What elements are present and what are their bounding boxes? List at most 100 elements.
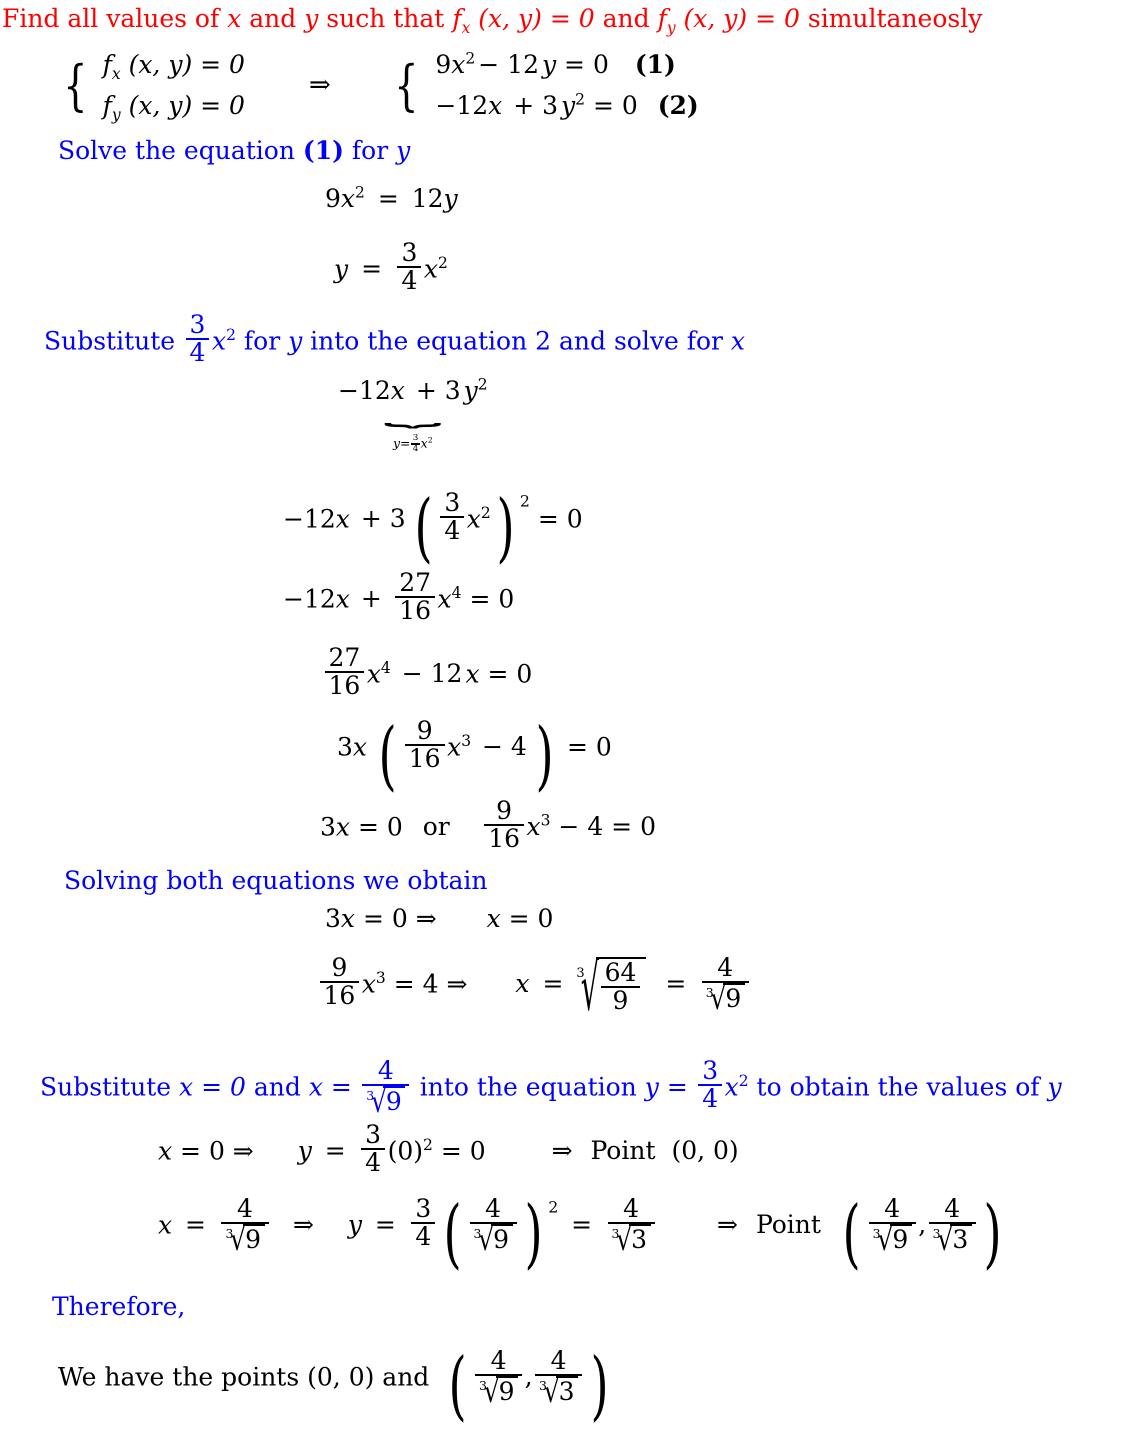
conclusion-x-denominator: 3√9 [475,1374,523,1408]
equation-9x2-equals-12y: 9x2 = 12y [325,184,458,213]
fy-subscript: y [111,106,121,125]
eq1-rhs: = 0 [556,50,609,79]
p1-implies-arrow-icon: ⇒ [551,1136,573,1166]
step4-var: x [724,1072,739,1102]
conclusion-text-a: We have the points [58,1362,308,1392]
step4-exponent: 2 [738,1072,749,1091]
e6-minus-four: − 4 [474,732,527,762]
e7-left-equals: = 0 [350,812,403,842]
underbrace-group: −12x + 3 y2 ⏟ y= 3 4 x2 [338,376,488,454]
e6-inner-var: x [447,732,462,762]
p1-frac-numerator: 3 [365,1120,382,1149]
e2-equals: = [353,254,390,284]
equation-1: 9x2− 12 y = 0 (1) [435,44,698,85]
p2-y-equals: = [366,1210,404,1240]
right-system-brace-cell: { [393,54,419,118]
result-point-second: x = 4 3√9 ⇒ y = 3 4(4 3√9) 2 = 4 3√3 ⇒ Point … [158,1188,1007,1277]
e7-exponent: 3 [540,811,551,830]
p1-point-label: Point [590,1136,656,1166]
conclusion-cube-root-9-index: 3 [479,1377,487,1393]
p2-point-label: Point [755,1210,821,1240]
equation-fy-zero: fy (x, y) = 0 [103,85,245,126]
implies-arrow-icon: ⇒ [308,70,331,101]
e1-lhs-exponent: 2 [355,183,365,202]
system-of-equations: { fx (x, y) = 0 fy (x, y) = 0 ⇒ {9x2 − … [58,44,699,127]
e4-rhs: = 0 [461,584,515,614]
p2-implies-arrow-1-icon: ⇒ [292,1210,314,1240]
step1-text-a: Solve the equation [58,136,303,165]
eq2-term-b: + 3 [505,91,558,121]
radicand-numerator: 64 [604,958,637,988]
p1-point-value: (0, 0) [671,1136,739,1166]
p2-point-cube-root-9-icon: 3√9 [873,1223,912,1256]
left-system-brace-cell: { [63,54,88,118]
conclusion-comma: , [524,1362,533,1392]
title-mid-2: such that [318,4,453,33]
p2-point-cube-root-3-icon: 3√3 [933,1223,972,1256]
equation-factored-form: 3x(9 16 x3 − 4) = 0 [337,710,612,799]
radicand-fraction: 64 9 [600,958,641,1015]
step-therefore: Therefore, [52,1292,185,1321]
underbrace-label: y= 3 4 x2 [338,433,488,454]
conclusion-cube-root-3-index: 3 [539,1377,547,1393]
step2-frac-denominator: 4 [185,338,210,366]
e9-denominator: 16 [319,981,360,1009]
e3-rhs: = 0 [529,504,583,534]
step4-cube-root-9-icon: 3√9 [366,1085,406,1118]
eq2-rhs: = 0 [585,91,638,121]
e6-coef: 3 [337,732,353,762]
conclusion-point-2: (4 3√9, 4 3√3) [448,1340,609,1429]
e3-inner-numerator: 3 [444,488,461,517]
e2-lhs: y [334,254,349,284]
p1-fraction: 34 [361,1120,386,1177]
equation-2: −12x + 3 y2 = 0 (2) [435,85,698,126]
step2-frac-numerator: 3 [189,310,206,339]
p2-point-value: (4 3√9, 4 3√3) [842,1188,1002,1277]
p2-x-numerator: 4 [237,1194,253,1223]
p2-point-x-fraction: 4 3√9 [868,1195,916,1256]
title-var-x: x [227,4,242,33]
eq1-exponent: 2 [465,49,476,68]
equation-minus12x-plus-27-16-x4: −12x + 27 16 x4 = 0 [283,569,515,625]
equation-27-16-x4-minus-12x: 27 16 x4 − 12 x = 0 [322,644,532,700]
e7-var: x [526,812,541,842]
e9-result-fraction: 4 3√9 [701,953,749,1015]
p2-cube-root-3-icon: 3√3 [612,1223,651,1256]
e3-var-x: x [335,504,350,534]
step1-var: y [396,136,411,165]
e9-result-denominator: 3√9 [701,981,749,1015]
e6-fraction: 9 16 [404,717,445,773]
equation-expanded-substitution: −12x + 3(3 4 x2) 2 = 0 [283,482,583,571]
p1-var-x: x [158,1136,173,1166]
step2-fraction: 34 [185,310,210,367]
step-solve-equation-1: Solve the equation (1) for y [58,136,410,165]
equation-y-equals-three-quarters-x-squared: y = 3 4 x2 [334,239,448,295]
step4-text-b: and [245,1072,309,1102]
eq2-coefficient: −12 [435,91,489,121]
e8-implies: = 0 ⇒ [355,904,437,933]
radicand: 64 9 [595,957,647,1015]
ub-var-y: y [463,376,478,405]
e9-result-numerator: 4 [717,953,734,982]
step4-var-y: y [1047,1072,1062,1102]
eq1-term-b: − 12 [478,50,539,79]
e3-term-b: + 3 [352,504,406,534]
e4-var: x [437,584,452,614]
p1-result: = 0 [432,1136,486,1166]
e2-frac-denominator: 4 [397,266,422,294]
conclusion-y-numerator: 4 [550,1346,567,1375]
step4-y-frac-denominator: 4 [698,1084,723,1112]
step-substitute-into-equation-2: Substitute 3 4 x2 for y into the equation … [44,310,745,367]
e9-fraction: 9 16 [319,954,360,1010]
e1-lhs-var: x [340,184,356,213]
p2-point-comma: , [918,1210,927,1240]
e4-plus: + [352,584,390,614]
system-implies-cell: ⇒ [245,44,331,127]
title-fy: f [657,4,667,33]
e7-fraction: 9 16 [484,797,524,853]
step-substitute-x-values: Substitute x = 0 and x = 4 3√9 into the e… [40,1057,1062,1118]
system-layout: { fx (x, y) = 0 fy (x, y) = 0 ⇒ {9x2 − … [58,44,699,127]
e2-exponent: 2 [437,253,448,272]
p2-result-denominator: 3√3 [607,1222,655,1256]
conclusion-x-numerator: 4 [490,1346,507,1375]
